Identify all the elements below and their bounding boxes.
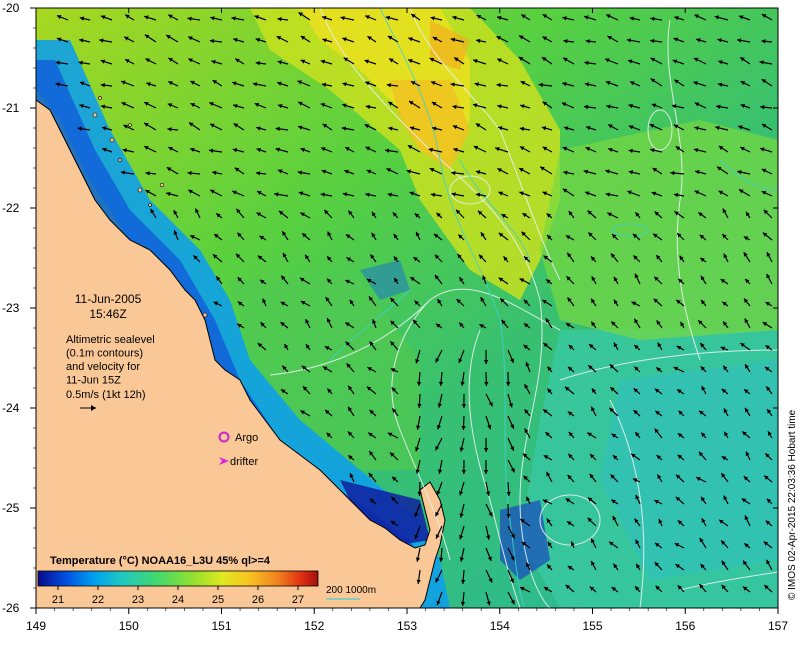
lat-tick-label: -26 <box>2 601 20 615</box>
lat-tick-label: -25 <box>2 501 20 515</box>
credit-text: © IMOS 02-Apr-2015 22:03:36 Hobart time <box>787 409 798 600</box>
colorbar-gradient <box>38 571 318 586</box>
lon-tick-label: 154 <box>490 619 510 633</box>
lon-tick-label: 155 <box>582 619 602 633</box>
colorbar-tick-label: 27 <box>292 594 304 606</box>
colorbar-tick-label: 26 <box>252 594 264 606</box>
colorbar-tick-label: 25 <box>212 594 224 606</box>
lat-tick-label: -20 <box>2 1 20 15</box>
lat-tick-label: -22 <box>2 201 20 215</box>
argo-label: Argo <box>235 432 258 444</box>
lon-tick-label: 149 <box>26 619 46 633</box>
lon-tick-label: 152 <box>304 619 324 633</box>
info-description-line: and velocity for <box>66 361 140 373</box>
info-date: 11-Jun-2005 <box>75 292 142 306</box>
info-description-line: (0.1m contours) <box>66 348 143 360</box>
info-description-line: 11-Jun 15Z <box>66 375 121 387</box>
scale-label: 0.5m/s (1kt 12h) <box>66 389 145 401</box>
sst-map: 149 150 151 152 153 154 155 156 157 -20 -21 -22 -23… <box>0 0 800 640</box>
lon-tick-label: 157 <box>768 619 788 633</box>
lat-tick-label: -24 <box>2 401 20 415</box>
lon-tick-label: 151 <box>211 619 231 633</box>
lon-tick-label: 150 <box>119 619 139 633</box>
info-description-line: Altimetric sealevel <box>66 334 155 346</box>
colorbar-tick-label: 23 <box>132 594 144 606</box>
lon-tick-label: 156 <box>675 619 695 633</box>
depth-legend-label: 200 1000m <box>326 585 376 596</box>
drifter-label: drifter <box>230 456 258 468</box>
colorbar-tick-label: 24 <box>172 594 184 606</box>
info-time: 15:46Z <box>89 307 126 321</box>
colorbar-title: Temperature (°C) NOAA16_L3U 45% ql>=4 <box>50 555 271 567</box>
lon-tick-label: 153 <box>397 619 417 633</box>
colorbar-tick-label: 22 <box>92 594 104 606</box>
lat-tick-label: -23 <box>2 301 20 315</box>
sst-field <box>36 8 778 608</box>
lat-tick-label: -21 <box>2 101 20 115</box>
colorbar-tick-label: 21 <box>52 594 64 606</box>
